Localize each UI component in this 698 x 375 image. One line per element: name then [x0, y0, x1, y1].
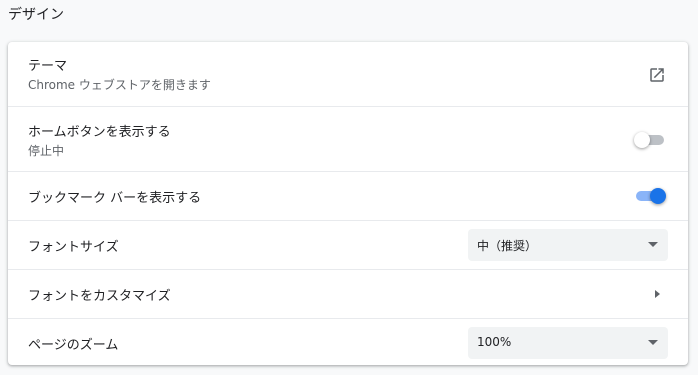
theme-sublabel: Chrome ウェブストアを開きます [28, 78, 211, 92]
page-zoom-select[interactable]: 100% [468, 327, 668, 359]
font-size-select[interactable]: 中（推奨） [468, 229, 668, 261]
page-zoom-label: ページのズーム [28, 338, 119, 353]
section-title: デザイン [8, 7, 64, 23]
dropdown-arrow-icon [648, 340, 658, 345]
bookmarks-bar-label: ブックマーク バーを表示する [28, 191, 202, 206]
home-button-label: ホームボタンを表示する [28, 125, 171, 140]
customize-fonts-label: フォントをカスタマイズ [28, 289, 171, 304]
toggle-knob [650, 188, 666, 204]
bookmarks-bar-toggle[interactable] [634, 188, 666, 204]
home-button-toggle[interactable] [634, 132, 666, 148]
open-in-new-icon[interactable] [648, 66, 666, 84]
home-button-row[interactable]: ホームボタンを表示する 停止中 [8, 106, 688, 171]
font-size-label: フォントサイズ [28, 240, 119, 255]
customize-fonts-row[interactable]: フォントをカスタマイズ [8, 269, 688, 318]
appearance-settings-card: テーマ Chrome ウェブストアを開きます ホームボタンを表示する 停止中 ブ… [8, 42, 688, 365]
toggle-knob [634, 132, 650, 148]
font-size-row: フォントサイズ 中（推奨） [8, 220, 688, 269]
theme-row[interactable]: テーマ Chrome ウェブストアを開きます [8, 42, 688, 106]
chevron-right-icon[interactable] [655, 290, 660, 298]
home-button-status: 停止中 [28, 144, 65, 158]
bookmarks-bar-row[interactable]: ブックマーク バーを表示する [8, 171, 688, 220]
dropdown-arrow-icon [648, 242, 658, 247]
page-zoom-selected: 100% [477, 335, 512, 349]
theme-label: テーマ [28, 59, 68, 74]
font-size-selected: 中（推奨） [477, 239, 538, 253]
page-zoom-row: ページのズーム 100% [8, 318, 688, 365]
